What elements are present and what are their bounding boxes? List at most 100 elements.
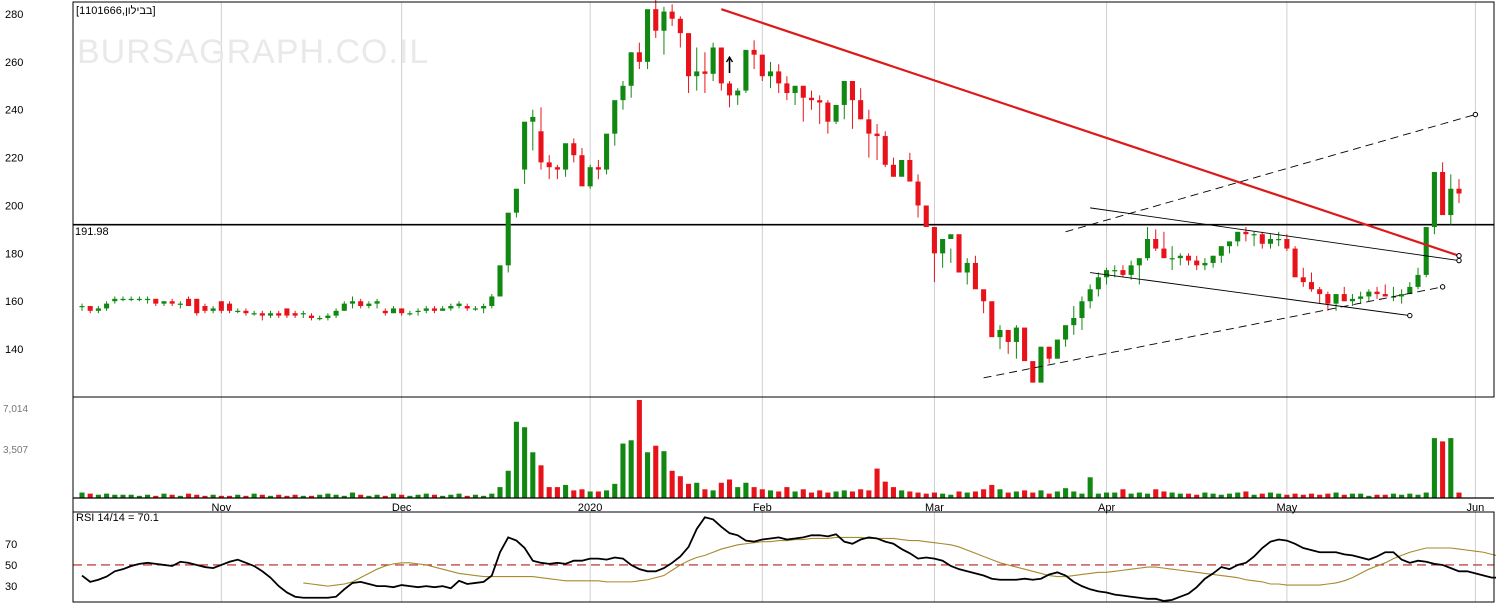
candle-body [1120,270,1126,275]
candle-body [1226,241,1233,247]
x-tick-label: Apr [1098,502,1115,514]
stock-chart: BURSAGRAPH.CO.IL [בבילון,1101666] Nov Dec… [3,0,1496,603]
volume-bar [1128,493,1134,498]
volume-bar [907,491,913,498]
candle-body [1153,239,1159,249]
volume-bar [587,491,593,498]
candle-body [1169,258,1175,260]
candle-body [833,104,839,122]
candle-body [1341,294,1347,302]
volume-bar [1456,492,1462,498]
volume-bar [1325,493,1331,498]
candle-body [366,303,372,307]
candle-body [653,9,659,31]
candle-body [226,303,233,311]
candle-body [1128,265,1134,275]
candle-body [563,143,569,170]
volume-bar [964,492,970,498]
candle-body [1440,171,1446,216]
candle-body [1456,188,1462,194]
volume-bar [530,452,536,498]
candle-body [726,83,733,96]
volume-bar [1292,493,1298,498]
volume-bar [1243,491,1249,498]
volume-bar [1185,493,1192,498]
candle-body [1317,289,1323,295]
candle-body [1063,325,1069,340]
symbol-label: [בבילון,1101666] [76,4,156,17]
candle-body [1087,289,1093,302]
x-tick-label: Mar [925,502,944,514]
volume-bar [825,492,831,498]
volume-bar [899,490,905,498]
candle-body [522,121,528,170]
candle-body [849,81,856,101]
volume-bar [456,493,462,498]
volume-bar [1013,491,1019,498]
candle-body [1112,270,1118,272]
candle-body [661,11,667,31]
candle-body [1038,346,1044,383]
volume-bar [997,489,1003,498]
candle-body [677,18,683,34]
candle-body [407,313,413,315]
candle-body [685,33,692,77]
candle-body [333,310,339,316]
volume-bar [1104,492,1110,498]
candle-body [472,308,478,310]
volume-bar [1431,438,1437,498]
candle-body [1251,234,1257,236]
volume-bar [1120,489,1126,498]
volume-bar [1358,493,1364,498]
volume-bar [1333,492,1339,498]
volume-bar [849,491,856,498]
price-tick-label: 220 [5,153,23,165]
candle-body [177,303,183,305]
candle-body [1259,234,1265,244]
candle-body [579,155,585,187]
volume-bar [423,493,429,498]
volume-bar [497,487,503,498]
volume-bar [792,491,798,498]
candle-body [145,298,151,301]
candle-body [317,318,323,320]
candle-body [1276,239,1282,241]
volume-bar [161,493,167,498]
candle-body [694,71,700,77]
candle-body [423,308,429,311]
candle-body [1325,294,1331,304]
candle-body [390,308,397,314]
candle-body [1284,239,1290,249]
candle-body [300,313,306,315]
candle-body [874,133,880,137]
volume-bar [833,491,839,498]
candle-body [128,298,134,301]
candle-body [1185,255,1192,261]
candle-body [456,303,462,307]
x-tick-label: May [1276,502,1297,514]
volume-bar [759,489,765,498]
volume-bar [915,492,921,498]
candle-body [808,97,815,101]
volume-bar [1063,488,1069,498]
candle-body [358,301,364,307]
volume-bar [104,493,110,498]
x-tick-label: Feb [753,502,772,514]
volume-bar [726,479,733,498]
candle-body [776,71,782,84]
candle-body [751,49,757,55]
volume-bar [1202,492,1208,498]
volume-bar [563,484,569,498]
candle-body [792,85,798,93]
volume-bar [776,491,782,498]
candle-body [702,71,708,74]
volume-bar [972,491,978,498]
candle-body [554,167,560,170]
candle-body [595,167,601,170]
volume-bar [1349,493,1355,498]
candle-body [1095,277,1101,290]
volume-bar [669,470,675,498]
volume-bar [677,476,683,498]
volume-bar [1226,493,1233,498]
volume-bar [1136,492,1142,498]
